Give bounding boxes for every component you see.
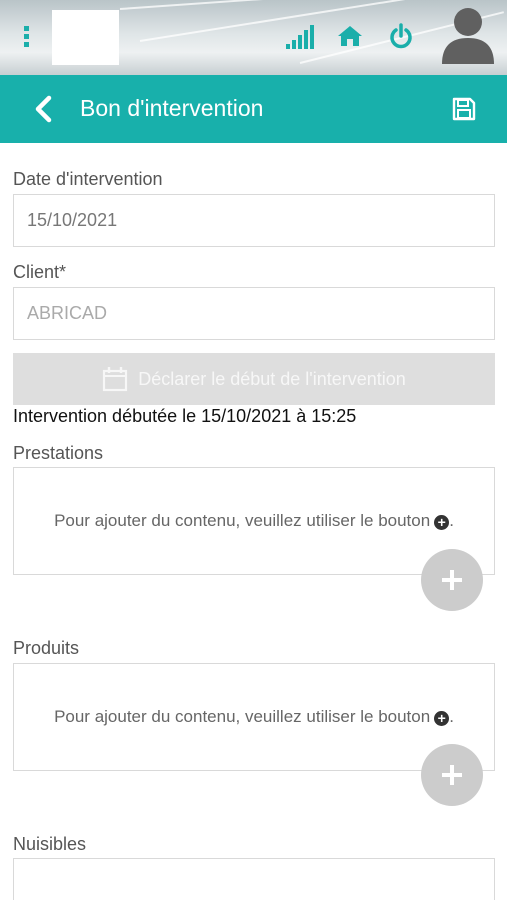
prestations-label: Prestations — [13, 443, 104, 463]
nuisibles-label: Nuisibles — [13, 834, 87, 854]
client-field[interactable]: ABRICAD — [13, 287, 495, 340]
power-icon[interactable] — [388, 23, 414, 51]
status-bar — [0, 0, 507, 75]
chevron-left-icon[interactable] — [32, 95, 54, 123]
signal-icon[interactable] — [286, 25, 314, 49]
produits-box: Pour ajouter du contenu, veuillez utilis… — [13, 663, 495, 771]
declare-start-button[interactable]: Déclarer le début de l'intervention — [13, 353, 495, 405]
add-produit-button[interactable] — [421, 744, 483, 806]
prestations-hint-text: Pour ajouter du contenu, veuillez utilis… — [54, 511, 431, 530]
logo — [52, 10, 119, 65]
plus-circle-icon: + — [434, 515, 450, 530]
intervention-started-text: Intervention débutée le 15/10/2021 à 15:… — [13, 406, 357, 426]
avatar-icon[interactable] — [440, 4, 496, 66]
prestations-box: Pour ajouter du contenu, veuillez utilis… — [13, 467, 495, 575]
produits-hint: Pour ajouter du contenu, veuillez utilis… — [14, 707, 494, 727]
date-label: Date d'intervention — [13, 169, 163, 189]
add-prestation-button[interactable] — [421, 549, 483, 611]
client-label: Client* — [13, 262, 67, 282]
home-icon[interactable] — [337, 24, 363, 48]
calendar-icon — [103, 367, 128, 392]
prestations-hint-end: . — [449, 511, 454, 530]
page-title: Bon d'intervention — [80, 95, 264, 121]
produits-hint-end: . — [449, 707, 454, 726]
date-field[interactable]: 15/10/2021 — [13, 194, 495, 247]
floppy-disk-icon[interactable] — [452, 97, 476, 121]
prestations-hint: Pour ajouter du contenu, veuillez utilis… — [14, 511, 494, 531]
produits-hint-text: Pour ajouter du contenu, veuillez utilis… — [54, 707, 431, 726]
app-header: Bon d'intervention — [0, 75, 507, 143]
nuisibles-box — [13, 858, 495, 900]
plus-circle-icon: + — [434, 711, 450, 726]
produits-label: Produits — [13, 638, 80, 658]
declare-start-label: Déclarer le début de l'intervention — [138, 368, 406, 389]
menu-icon[interactable] — [24, 26, 30, 48]
